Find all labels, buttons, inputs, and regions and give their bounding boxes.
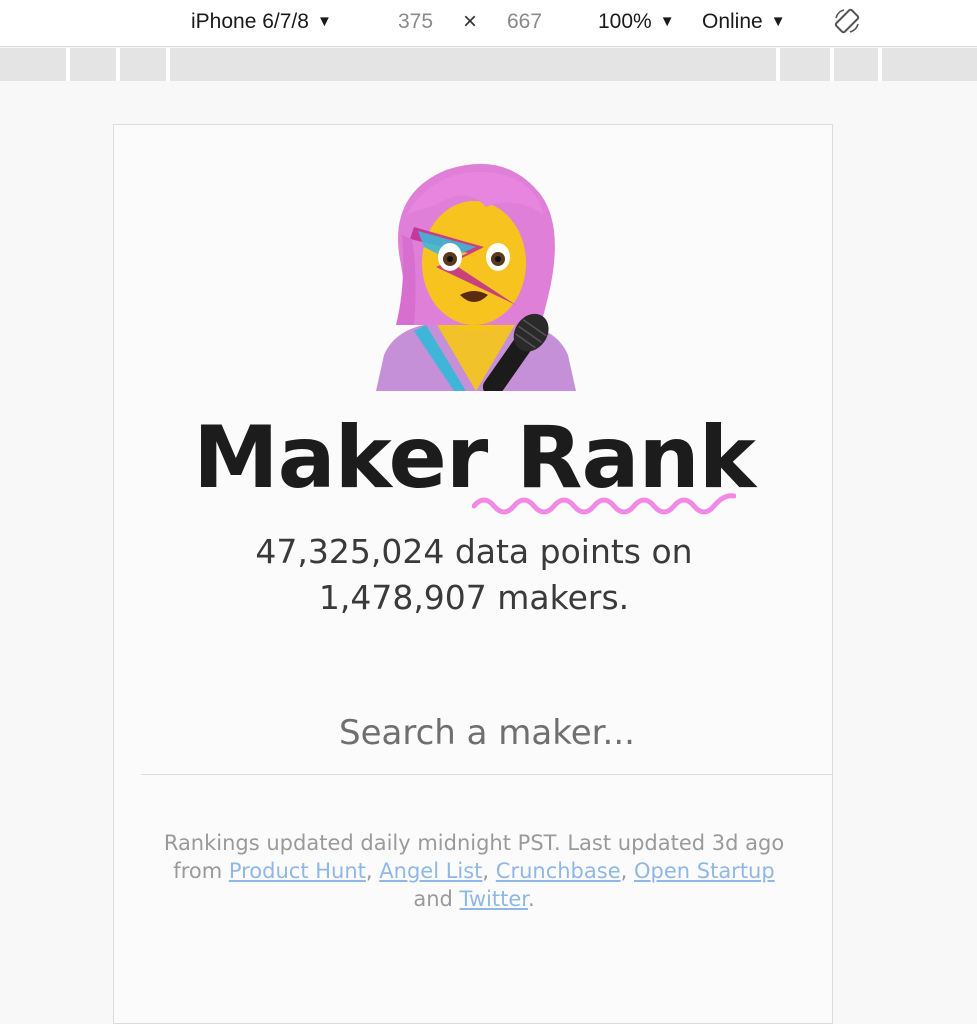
footer-end: .	[527, 887, 535, 911]
media-query-segment[interactable]	[120, 48, 170, 81]
chevron-down-icon: ▼	[316, 13, 332, 30]
network-select[interactable]: Online ▼	[702, 8, 786, 36]
squiggle-underline	[472, 493, 736, 515]
device-frame: Maker Rank 47,325,024 data points on 1,4…	[113, 124, 833, 1024]
singer-emoji-icon	[376, 163, 576, 391]
device-toolbar: iPhone 6/7/8 ▼ 375 × 667 100% ▼ Online ▼	[0, 0, 977, 47]
network-select-label: Online	[702, 10, 763, 33]
width-input[interactable]: 375	[398, 8, 433, 36]
footer-separator: ,	[620, 859, 634, 883]
stats-summary: 47,325,024 data points on 1,478,907 make…	[174, 529, 774, 621]
zoom-select-label: 100%	[598, 10, 652, 33]
footer-separator: ,	[482, 859, 496, 883]
times-icon: ×	[463, 8, 478, 35]
device-select-label: iPhone 6/7/8	[191, 10, 309, 33]
link-product-hunt[interactable]: Product Hunt	[229, 859, 366, 883]
footer-note: Rankings updated daily midnight PST. Las…	[154, 829, 794, 913]
media-query-bar	[0, 48, 977, 81]
chevron-down-icon: ▼	[770, 13, 786, 30]
page-viewport: Maker Rank 47,325,024 data points on 1,4…	[0, 81, 977, 1024]
media-query-segment[interactable]	[882, 48, 977, 81]
media-query-segment[interactable]	[834, 48, 882, 81]
media-query-segment[interactable]	[780, 48, 834, 81]
link-crunchbase[interactable]: Crunchbase	[496, 859, 621, 883]
footer-separator: and	[413, 887, 460, 911]
height-input[interactable]: 667	[507, 8, 542, 36]
search-input[interactable]	[141, 691, 833, 775]
stats-data-points: 47,325,024 data points on	[255, 532, 693, 571]
media-query-segment[interactable]	[70, 48, 120, 81]
zoom-select[interactable]: 100% ▼	[598, 8, 675, 36]
stats-makers: 1,478,907 makers.	[318, 578, 630, 617]
link-open-startup[interactable]: Open Startup	[634, 859, 775, 883]
device-select[interactable]: iPhone 6/7/8 ▼	[191, 8, 332, 36]
media-query-segment[interactable]	[0, 48, 70, 81]
footer-separator: ,	[365, 859, 380, 883]
link-angel-list[interactable]: Angel List	[379, 859, 482, 883]
rotate-icon[interactable]	[832, 6, 862, 36]
media-query-segment[interactable]	[170, 48, 780, 81]
link-twitter[interactable]: Twitter	[460, 887, 528, 911]
chevron-down-icon: ▼	[659, 13, 675, 30]
